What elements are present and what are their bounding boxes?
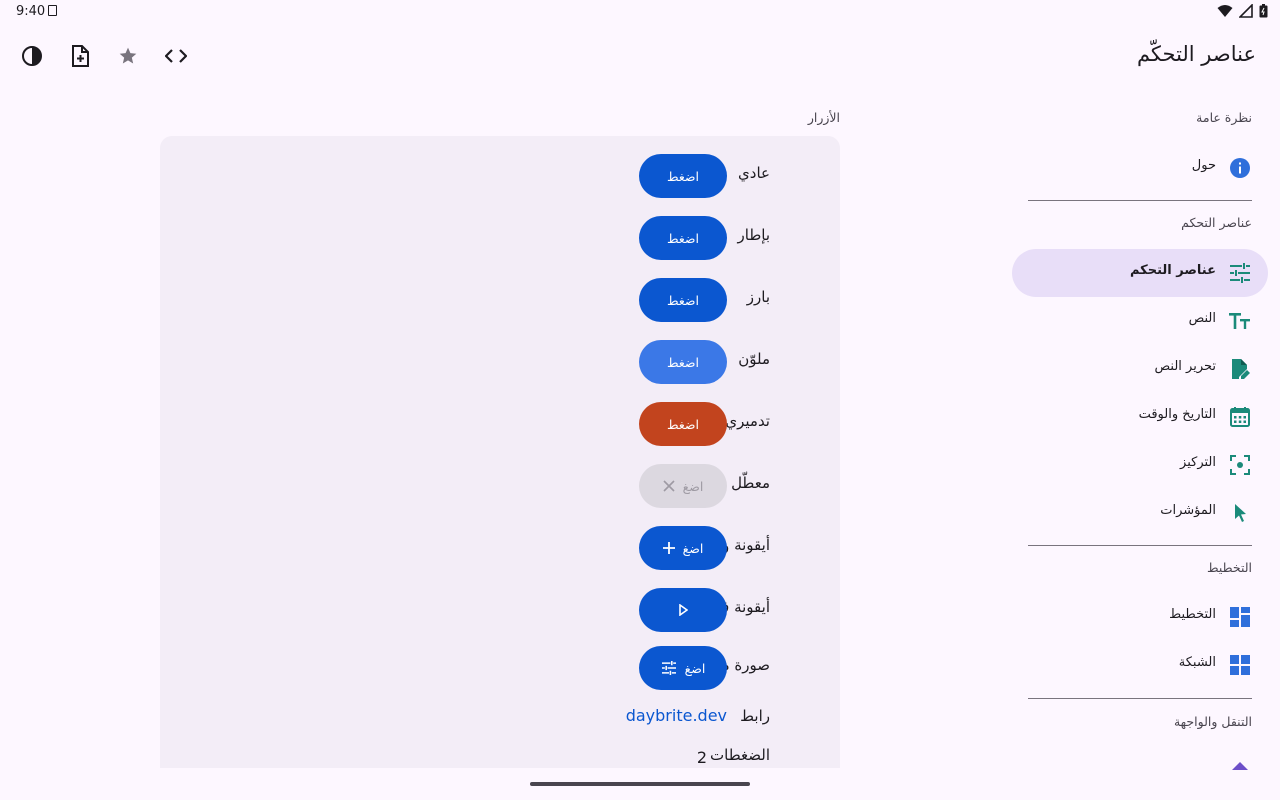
press-button-outlined[interactable]: اضغط xyxy=(639,216,727,260)
calendar-icon xyxy=(1228,405,1252,429)
press-button-icon-only[interactable] xyxy=(639,588,727,632)
row-label: معطّل xyxy=(731,474,770,492)
row-label: ملوّن xyxy=(738,350,770,368)
press-button-destructive[interactable]: اضغط xyxy=(639,402,727,446)
new-document-button[interactable] xyxy=(68,44,92,68)
nav-item-label: المؤشرات xyxy=(1160,503,1216,518)
nav-item-grid[interactable]: الشبكة xyxy=(1012,641,1268,689)
daybrite-link[interactable]: daybrite.dev xyxy=(626,706,727,725)
press-button-icon-label[interactable]: اضغ xyxy=(639,526,727,570)
button-label: اضغط xyxy=(667,354,699,370)
nav-item-pointers[interactable]: المؤشرات xyxy=(1012,489,1268,537)
button-label: اضغ xyxy=(682,540,704,556)
theme-toggle-button[interactable] xyxy=(20,44,44,68)
play-icon xyxy=(679,604,688,616)
focus-icon xyxy=(1228,453,1252,477)
button-label: اضغ xyxy=(684,660,706,676)
info-icon xyxy=(1228,156,1252,180)
press-count: 2 xyxy=(696,748,707,767)
nav-item-date-time[interactable]: التاريخ والوقت xyxy=(1012,393,1268,441)
status-icons xyxy=(1217,4,1268,18)
nav-divider xyxy=(1028,545,1252,546)
nav-item-label: التاريخ والوقت xyxy=(1138,407,1216,422)
text-icon xyxy=(1228,309,1252,333)
pointer-icon xyxy=(1228,501,1252,525)
button-label: اضغط xyxy=(667,230,699,246)
contrast-icon xyxy=(22,46,42,66)
nav-item-label: التخطيط xyxy=(1169,607,1216,622)
nav-item-text[interactable]: النص xyxy=(1012,297,1268,345)
nav-item-focus[interactable]: التركيز xyxy=(1012,441,1268,489)
tune-icon xyxy=(1228,261,1252,285)
app-title: عناصر التحكّم xyxy=(1136,42,1256,66)
diamond-icon xyxy=(1232,762,1248,770)
nav-item-label: التركيز xyxy=(1180,455,1216,470)
buttons-panel: عادي اضغط بإطار اضغط بارز اضغط ملوّن اضغ… xyxy=(160,136,840,768)
view-source-button[interactable] xyxy=(164,44,188,68)
press-button-embedded-image[interactable]: اضغ xyxy=(639,646,727,690)
nav-item-label: حول xyxy=(1191,158,1216,173)
nav-item-label: عناصر التحكم xyxy=(1129,263,1216,278)
nav-divider xyxy=(1028,698,1252,699)
nav-item-about[interactable]: حول xyxy=(1012,144,1268,192)
nav-item-layout[interactable]: التخطيط xyxy=(1012,593,1268,641)
edit-document-icon xyxy=(1228,357,1252,381)
row-label: الضغطات xyxy=(710,746,770,764)
press-button-disabled: اضغ xyxy=(639,464,727,508)
row-label: بارز xyxy=(746,288,770,306)
button-label: اضغط xyxy=(667,168,699,184)
nav-item-text-editing[interactable]: تحرير النص xyxy=(1012,345,1268,393)
navigation-drawer: نظرة عامة حول عناصر التحكم عناصر التحكم … xyxy=(1000,88,1280,800)
press-button-tonal[interactable]: اضغط xyxy=(639,340,727,384)
app-bar: عناصر التحكّم xyxy=(0,24,1280,88)
press-button-elevated[interactable]: اضغط xyxy=(639,278,727,322)
wifi-icon xyxy=(1217,5,1233,17)
layout-icon xyxy=(1228,605,1252,629)
nav-header-navigation: التنقل والواجهة xyxy=(1173,714,1252,729)
section-title-buttons: الأزرار xyxy=(807,110,840,125)
press-button-normal[interactable]: اضغط xyxy=(639,154,727,198)
button-label: اضغ xyxy=(682,478,704,494)
tune-icon xyxy=(661,661,676,675)
battery-icon xyxy=(1259,4,1268,18)
status-time: 9:40 xyxy=(16,4,46,19)
status-bar: 9:40 xyxy=(0,0,1280,24)
nav-header-layout: التخطيط xyxy=(1206,560,1252,575)
cellular-signal-icon xyxy=(1239,4,1253,18)
code-icon xyxy=(165,49,187,63)
nav-item-label: الشبكة xyxy=(1178,655,1216,670)
home-indicator[interactable] xyxy=(530,782,750,786)
nav-item-label: تحرير النص xyxy=(1154,359,1216,374)
close-icon xyxy=(663,480,675,492)
grid-icon xyxy=(1228,653,1252,677)
nav-item-label: النص xyxy=(1188,311,1216,326)
nav-divider xyxy=(1028,200,1252,201)
row-label: تدميري xyxy=(725,412,770,430)
nav-item-controls[interactable]: عناصر التحكم xyxy=(1012,249,1268,297)
row-label: بإطار xyxy=(737,226,771,244)
favorite-button[interactable] xyxy=(116,44,140,68)
note-add-icon xyxy=(72,45,89,67)
row-label: عادي xyxy=(738,164,770,182)
sim-card-icon xyxy=(48,5,57,16)
nav-header-overview: نظرة عامة xyxy=(1196,110,1252,125)
nav-header-controls: عناصر التحكم xyxy=(1181,215,1252,230)
star-icon xyxy=(119,47,137,64)
button-label: اضغط xyxy=(667,416,699,432)
button-label: اضغط xyxy=(667,292,699,308)
row-label: رابط xyxy=(740,707,770,725)
plus-icon xyxy=(662,542,675,554)
